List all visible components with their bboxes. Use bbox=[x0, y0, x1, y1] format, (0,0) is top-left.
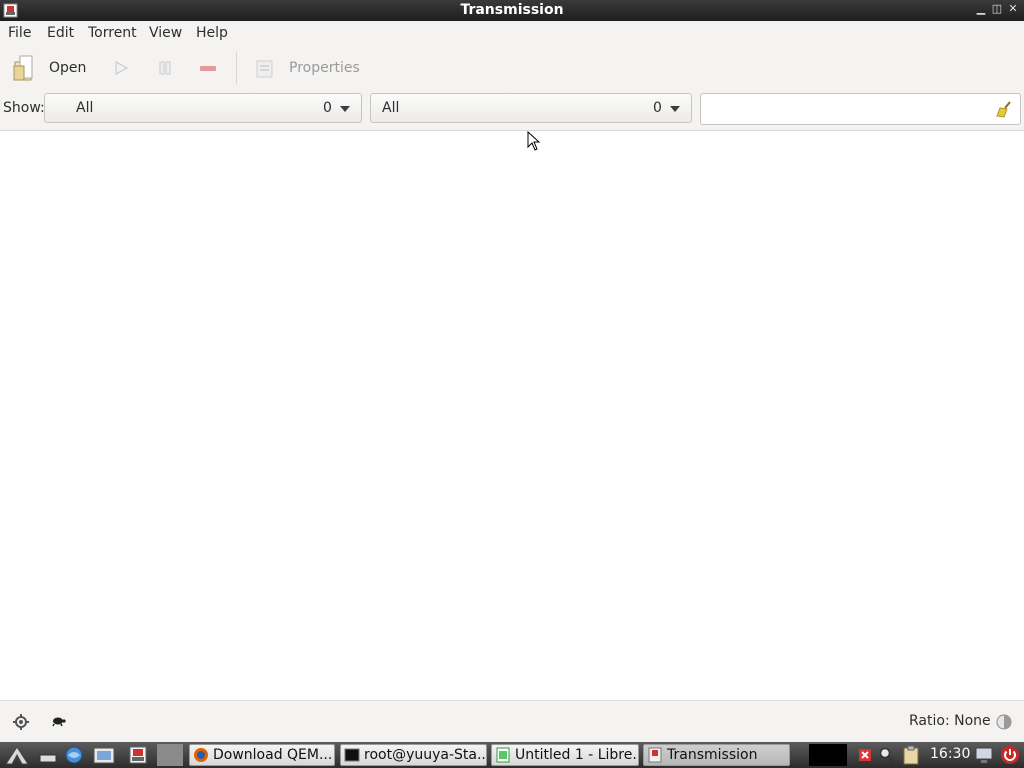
ratio-icon[interactable] bbox=[995, 713, 1013, 731]
search-input[interactable] bbox=[700, 93, 1021, 125]
task-label: root@yuuya-Sta... bbox=[364, 747, 487, 763]
task-terminal[interactable]: root@yuuya-Sta... bbox=[340, 744, 487, 766]
transmission-launcher-icon[interactable] bbox=[128, 745, 148, 765]
task-label: Untitled 1 - Libre... bbox=[515, 747, 639, 763]
turtle-icon[interactable] bbox=[50, 715, 66, 727]
transmission-icon bbox=[648, 747, 662, 763]
maximize-button[interactable]: ◫ bbox=[990, 2, 1004, 18]
clipboard-icon[interactable] bbox=[901, 745, 921, 765]
task-label: Download QEM... bbox=[213, 747, 333, 763]
show-label: Show: bbox=[3, 100, 45, 116]
toolbar-separator bbox=[236, 52, 237, 84]
task-label: Transmission bbox=[667, 747, 758, 763]
monitor-icon[interactable] bbox=[974, 745, 994, 765]
remove-button[interactable] bbox=[199, 52, 217, 84]
taskbar: Download QEM... root@yuuya-Sta... Untitl… bbox=[0, 742, 1024, 768]
pause-icon bbox=[159, 61, 171, 75]
network-disconnected-icon[interactable] bbox=[858, 748, 872, 762]
minimize-button[interactable]: ▁ bbox=[974, 2, 988, 18]
properties-button-label: Properties bbox=[289, 60, 360, 76]
menu-file[interactable]: File bbox=[8, 25, 31, 41]
activity-filter-count: 0 bbox=[323, 100, 332, 116]
open-file-icon bbox=[13, 55, 33, 81]
task-libreoffice[interactable]: Untitled 1 - Libre... bbox=[491, 744, 639, 766]
start-menu-icon[interactable] bbox=[4, 744, 30, 766]
activity-filter-value: All bbox=[76, 100, 94, 116]
firefox-icon bbox=[194, 748, 208, 762]
open-button[interactable]: Open bbox=[12, 52, 86, 84]
menu-view[interactable]: View bbox=[149, 25, 182, 41]
play-icon bbox=[115, 61, 129, 75]
clear-broom-icon[interactable] bbox=[995, 100, 1013, 118]
filter-bar: Show: All 0 All 0 bbox=[0, 89, 1024, 131]
status-bar: Ratio: None bbox=[0, 700, 1024, 743]
task-transmission[interactable]: Transmission bbox=[643, 744, 790, 766]
menu-torrent[interactable]: Torrent bbox=[88, 25, 137, 41]
browser-launcher-icon[interactable] bbox=[64, 745, 84, 765]
task-firefox[interactable]: Download QEM... bbox=[189, 744, 335, 766]
libreoffice-calc-icon bbox=[496, 747, 510, 763]
menu-help[interactable]: Help bbox=[196, 25, 228, 41]
torrent-list[interactable] bbox=[0, 131, 1024, 700]
toolbar: Open Properties bbox=[0, 46, 1024, 89]
mouse-cursor-icon bbox=[527, 131, 541, 151]
properties-button[interactable]: Properties bbox=[255, 52, 360, 84]
title-bar[interactable]: Transmission ▁ ◫ ✕ bbox=[0, 0, 1024, 21]
tracker-filter-value: All bbox=[382, 100, 400, 116]
cpu-monitor bbox=[809, 744, 847, 766]
activity-filter-combo[interactable]: All 0 bbox=[44, 93, 362, 123]
chevron-down-icon bbox=[340, 106, 350, 112]
menu-edit[interactable]: Edit bbox=[47, 25, 74, 41]
show-desktop-icon[interactable] bbox=[39, 747, 57, 763]
close-button[interactable]: ✕ bbox=[1006, 2, 1020, 18]
properties-icon bbox=[256, 60, 273, 78]
start-button[interactable] bbox=[113, 52, 129, 84]
chevron-down-icon bbox=[670, 106, 680, 112]
terminal-icon bbox=[344, 748, 360, 762]
file-manager-icon[interactable] bbox=[93, 745, 115, 765]
remove-icon bbox=[200, 66, 216, 71]
tracker-filter-combo[interactable]: All 0 bbox=[370, 93, 692, 123]
pause-button[interactable] bbox=[157, 52, 173, 84]
menu-bar: File Edit Torrent View Help bbox=[0, 21, 1024, 47]
open-button-label: Open bbox=[49, 60, 87, 76]
launcher-spacer bbox=[157, 744, 183, 766]
search-icon[interactable] bbox=[878, 746, 896, 764]
ratio-text: Ratio: None bbox=[909, 713, 991, 729]
gear-icon[interactable] bbox=[12, 713, 30, 731]
window-title: Transmission bbox=[460, 2, 564, 18]
clock[interactable]: 16:30 bbox=[930, 746, 970, 762]
power-icon[interactable] bbox=[1000, 745, 1020, 765]
tracker-filter-count: 0 bbox=[653, 100, 662, 116]
